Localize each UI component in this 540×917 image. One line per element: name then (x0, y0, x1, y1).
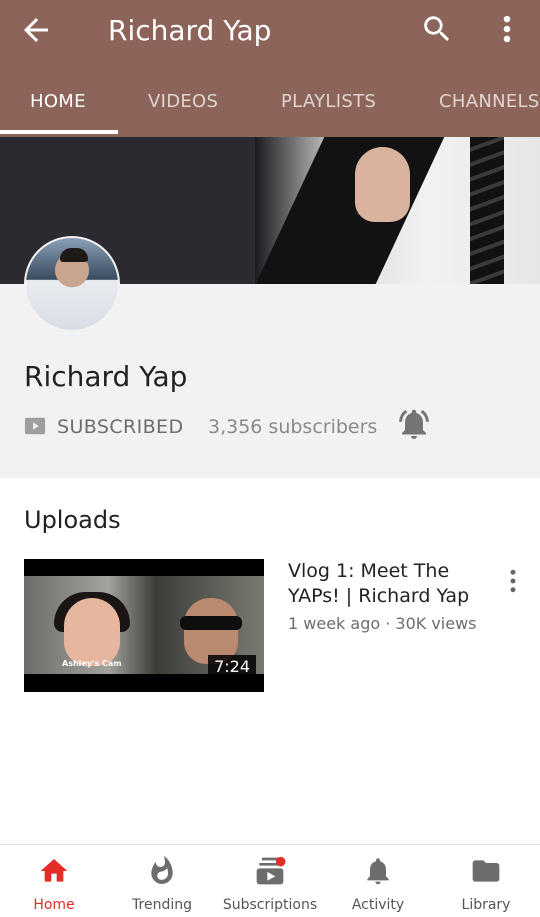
subscribed-button[interactable]: SUBSCRIBED (57, 413, 183, 441)
subscriptions-icon (256, 856, 286, 885)
nav-subscriptions-label: Subscriptions (222, 897, 318, 913)
nav-home[interactable]: Home (0, 845, 108, 917)
video-more-icon[interactable] (502, 566, 524, 596)
nav-trending[interactable]: Trending (108, 845, 216, 917)
arrow-back-icon[interactable] (18, 12, 54, 48)
notifications-active-icon[interactable] (396, 406, 432, 442)
flame-icon (151, 855, 173, 884)
banner-tie (470, 137, 504, 284)
more-vert-icon[interactable] (494, 12, 520, 46)
nav-activity-label: Activity (351, 897, 405, 913)
uploads-heading: Uploads (24, 506, 121, 534)
tab-channels[interactable]: CHANNELS (439, 80, 540, 137)
video-title[interactable]: Vlog 1: Meet The YAPs! | Richard Yap (288, 559, 484, 609)
subscribed-youtube-icon (24, 417, 46, 435)
subscriber-count: 3,356 subscribers (208, 416, 378, 438)
tab-playlists[interactable]: PLAYLISTS (281, 80, 376, 137)
nav-trending-label: Trending (132, 897, 192, 913)
active-tab-indicator (0, 130, 118, 134)
folder-icon (472, 860, 500, 882)
thumbnail-caption: Ashley's Cam (62, 659, 122, 668)
tab-videos[interactable]: VIDEOS (148, 80, 218, 137)
video-duration: 7:24 (208, 655, 256, 679)
video-thumbnail[interactable]: Ashley's Cam 7:24 (24, 559, 264, 692)
channel-name: Richard Yap (24, 360, 188, 393)
home-icon (40, 859, 68, 882)
tab-home[interactable]: HOME (30, 80, 86, 137)
nav-home-label: Home (33, 897, 75, 913)
nav-activity[interactable]: Activity (324, 845, 432, 917)
channel-tabs: HOME VIDEOS PLAYLISTS CHANNELS (0, 80, 540, 137)
channel-title: Richard Yap (108, 14, 272, 47)
bottom-navigation: Home Trending Subscriptions Activity Lib… (0, 844, 540, 917)
search-icon[interactable] (420, 12, 454, 46)
bell-icon (367, 858, 389, 885)
channel-avatar[interactable] (24, 236, 120, 332)
nav-subscriptions[interactable]: Subscriptions (216, 845, 324, 917)
nav-library[interactable]: Library (432, 845, 540, 917)
nav-library-label: Library (461, 897, 511, 913)
banner-hand (355, 147, 410, 222)
video-meta: 1 week ago · 30K views (288, 614, 477, 633)
app-bar: Richard Yap HOME VIDEOS PLAYLISTS CHANNE… (0, 0, 540, 137)
